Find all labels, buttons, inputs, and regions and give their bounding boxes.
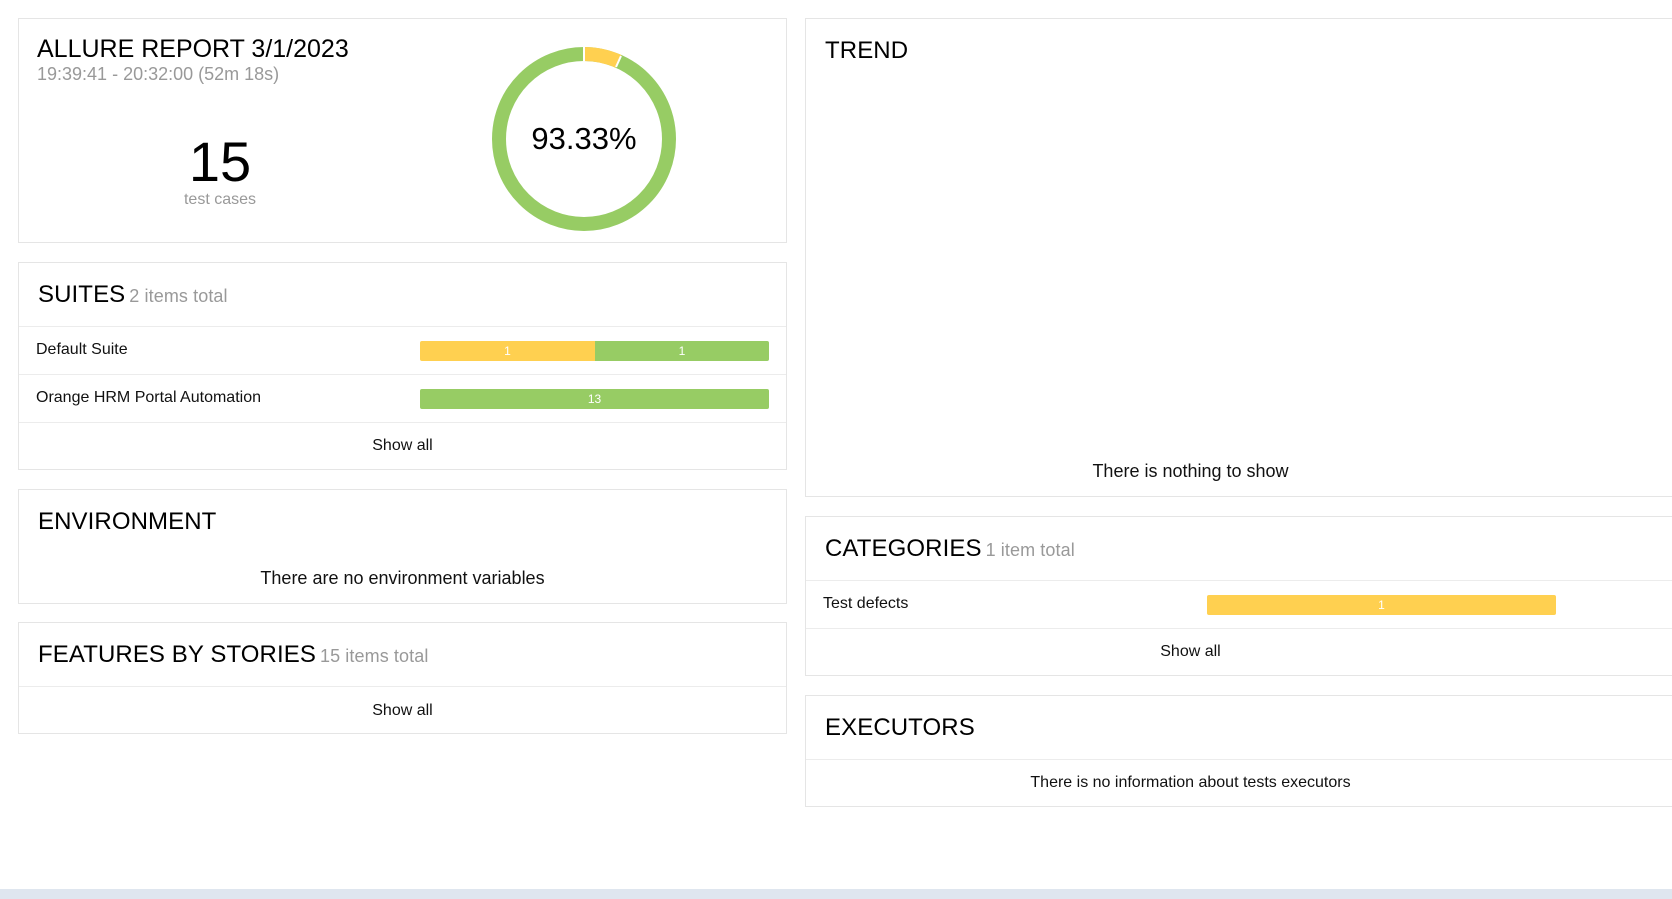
suite-segment-passed[interactable]: 1 [595,341,769,361]
executors-message-row: There is no information about tests exec… [806,759,1672,806]
suite-row-orange-hrm[interactable]: Orange HRM Portal Automation 13 [19,374,786,421]
test-count-label: test cases [183,191,257,208]
environment-empty-message: There are no environment variables [260,568,545,588]
donut-broken-arc [583,47,622,68]
categories-title: CATEGORIES [825,535,982,562]
trend-widget: TREND There is nothing to show [805,18,1672,497]
success-rate-percent: 93.33% [531,121,637,156]
suites-show-all-row: Show all [19,422,786,469]
trend-empty-message: There is nothing to show [1092,461,1289,481]
suites-widget: SUITES 2 items total Default Suite 1 1 Or… [18,262,787,470]
summary-widget: ALLURE REPORT 3/1/2023 19:39:41 - 20:32:… [18,18,787,243]
features-show-all-row: Show all [19,686,786,733]
features-widget: FEATURES BY STORIES 15 items total Show a… [18,622,787,734]
report-title: ALLURE REPORT 3/1/2023 [37,35,349,63]
trend-title: TREND [825,37,909,64]
test-count: 15 [188,130,252,193]
features-subtitle: 15 items total [319,646,429,666]
suites-subtitle: 2 items total [129,286,228,306]
suite-segment-broken[interactable]: 1 [420,341,595,361]
executors-widget: EXECUTORS There is no information about … [805,695,1672,807]
categories-title-wrap: CATEGORIES 1 item total [825,535,1075,564]
suite-label: Orange HRM Portal Automation [36,389,261,406]
category-segment-broken[interactable]: 1 [1207,595,1556,615]
categories-show-all-link[interactable]: Show all [806,643,1575,661]
report-time-range: 19:39:41 - 20:32:00 (52m 18s) [37,64,280,84]
suites-title: SUITES [38,281,126,308]
environment-widget: ENVIRONMENT There are no environment var… [18,489,787,604]
categories-widget: CATEGORIES 1 item total Test defects 1 Sh… [805,516,1672,676]
suites-show-all-link[interactable]: Show all [19,437,786,455]
features-show-all-link[interactable]: Show all [19,702,786,720]
category-row-test-defects[interactable]: Test defects 1 [806,580,1672,627]
suite-segment-passed[interactable]: 13 [420,389,769,409]
window-bottom-strip [0,889,1672,899]
suite-row-default[interactable]: Default Suite 1 1 [19,326,786,373]
executors-empty-message: There is no information about tests exec… [1030,774,1351,791]
executors-title: EXECUTORS [825,714,975,741]
suite-status-bar[interactable]: 13 [420,389,769,409]
features-title-wrap: FEATURES BY STORIES 15 items total [38,641,428,670]
features-title: FEATURES BY STORIES [38,641,316,668]
suites-title-wrap: SUITES 2 items total [38,281,228,310]
suite-status-bar[interactable]: 1 1 [420,341,769,361]
categories-show-all-row: Show all [806,628,1672,675]
suite-label: Default Suite [36,341,128,358]
environment-title: ENVIRONMENT [38,508,217,535]
category-status-bar[interactable]: 1 [1207,595,1556,615]
category-label: Test defects [823,595,909,612]
categories-subtitle: 1 item total [985,540,1075,560]
